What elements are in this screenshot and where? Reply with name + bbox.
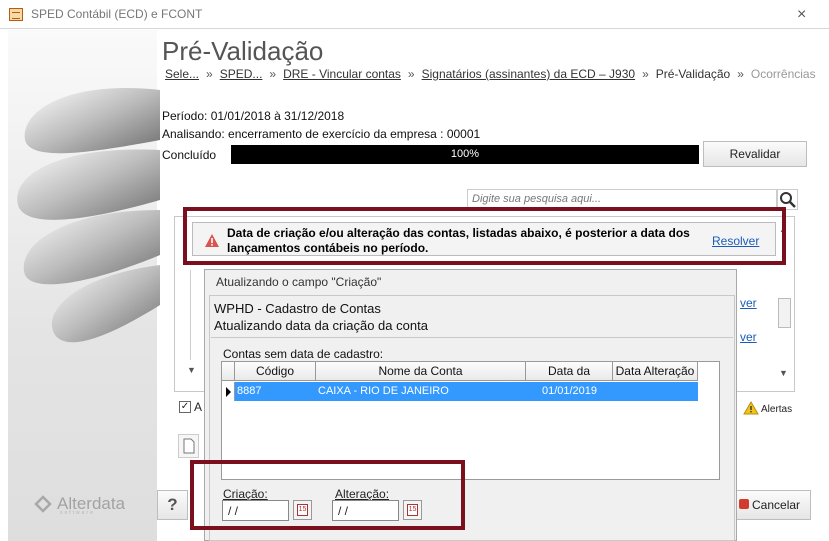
app-icon: [9, 8, 23, 21]
column-header-alteracao[interactable]: Data Alteração: [613, 362, 698, 381]
row-pointer-icon: [226, 387, 231, 397]
option-checkbox[interactable]: ✓: [179, 401, 191, 413]
breadcrumb-item-sped[interactable]: SPED...: [220, 67, 263, 81]
document-button[interactable]: [178, 434, 199, 458]
breadcrumb-separator: »: [407, 67, 415, 81]
resolver-link[interactable]: ver: [740, 296, 757, 310]
grid-corner-header: [222, 362, 235, 381]
cell-alteracao[interactable]: [613, 382, 698, 401]
dialog-heading: WPHD - Cadastro de Contas: [214, 301, 381, 316]
breadcrumb-separator: »: [737, 67, 744, 81]
dialog-title: Atualizando o campo "Criação": [216, 275, 382, 289]
window-title: SPED Contábil (ECD) e FCONT: [31, 7, 203, 21]
revalidar-button[interactable]: Revalidar: [703, 141, 807, 167]
cancel-icon: [739, 499, 749, 509]
scroll-down-icon[interactable]: ▼: [779, 368, 788, 378]
breadcrumb-item-dre[interactable]: DRE - Vincular contas: [283, 67, 401, 81]
breadcrumb-item-signatarios[interactable]: Signatários (assinantes) da ECD – J930: [422, 67, 635, 81]
analisando-text: Analisando: encerramento de exercício da…: [162, 127, 481, 141]
column-header-codigo[interactable]: Código: [235, 362, 316, 381]
cell-nome[interactable]: CAIXA - RIO DE JANEIRO: [316, 382, 526, 401]
breadcrumb-next: Ocorrências: [750, 67, 816, 81]
help-button[interactable]: ?: [157, 490, 188, 520]
column-header-nome[interactable]: Nome da Conta: [316, 362, 526, 381]
breadcrumb-item-selecao[interactable]: Sele...: [165, 67, 199, 81]
breadcrumb-separator: »: [269, 67, 277, 81]
alterdata-logo-icon: [34, 495, 52, 513]
column-header-criacao[interactable]: Data da Criação: [526, 362, 613, 396]
scroll-thumb[interactable]: [778, 298, 791, 328]
page-title: Pré-Validação: [162, 36, 324, 66]
alerts-legend-label: Alertas: [761, 404, 793, 415]
concluido-label: Concluído: [162, 148, 217, 162]
dialog-subheading: Atualizando data da criação da conta: [214, 318, 428, 333]
resolver-link[interactable]: ver: [740, 330, 757, 344]
breadcrumb-separator: »: [206, 67, 213, 81]
dialog-divider: [211, 337, 733, 338]
brand-tagline: software: [60, 510, 95, 516]
breadcrumb-current: Pré-Validação: [655, 67, 731, 81]
grid-label: Contas sem data de cadastro:: [223, 347, 384, 361]
alert-warning-icon: [743, 401, 759, 415]
highlight-box-dates: [190, 460, 465, 530]
cell-codigo[interactable]: 8887: [235, 382, 316, 401]
option-checkbox-label: A: [194, 400, 203, 414]
close-icon[interactable]: ×: [797, 6, 806, 24]
breadcrumb-separator: »: [642, 67, 649, 81]
highlight-box-alert: [183, 207, 786, 265]
cell-criacao[interactable]: 01/01/2019: [526, 382, 613, 401]
document-icon: [183, 438, 195, 454]
decorative-swirl-image: [17, 88, 160, 343]
periodo-text: Período: 01/01/2018 à 31/12/2018: [162, 109, 345, 123]
progress-bar: 100%: [231, 145, 699, 164]
chevron-down-icon[interactable]: ▼: [187, 365, 196, 375]
list-group-line: [190, 270, 198, 360]
breadcrumb: Sele... » SPED... » DRE - Vincular contas » Si…: [165, 67, 816, 81]
search-input[interactable]: Digite sua pesquisa aqui...: [467, 189, 777, 209]
